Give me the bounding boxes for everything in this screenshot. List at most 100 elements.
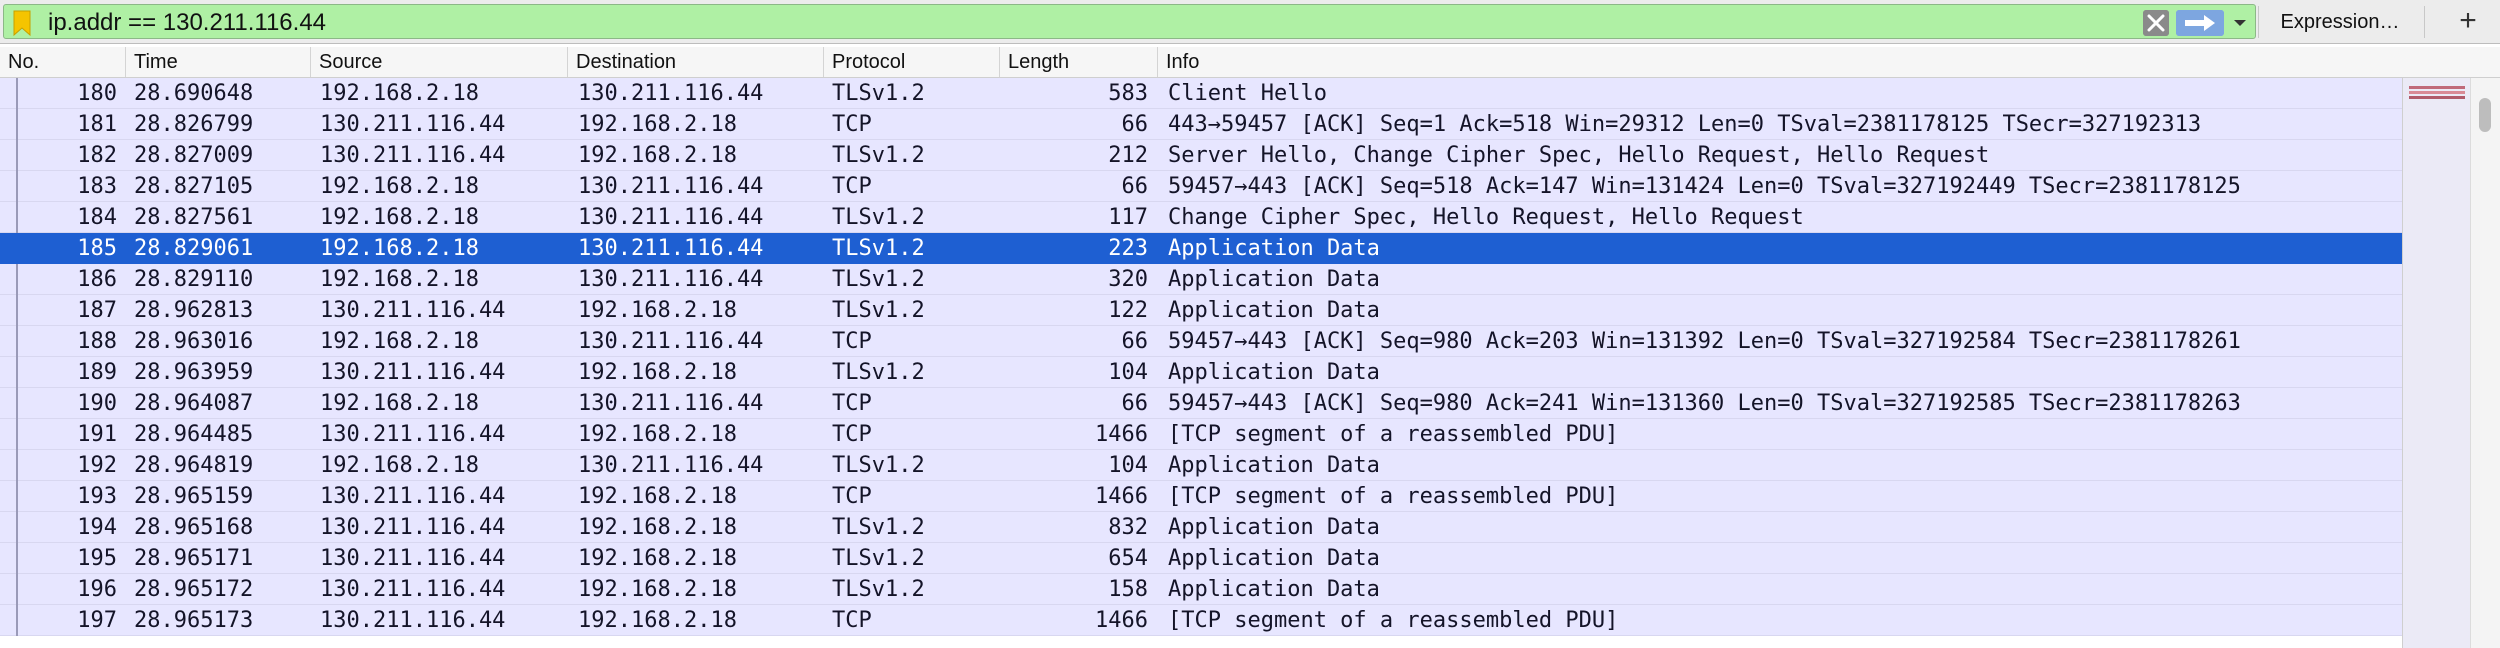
packet-protocol-cell: TCP (832, 112, 872, 137)
display-filter-text[interactable]: ip.addr == 130.211.116.44 (48, 8, 326, 38)
packet-no-cell: 185 (77, 236, 117, 261)
packet-info-cell: Application Data (1168, 360, 1380, 385)
packet-length-cell: 1466 (1095, 608, 1148, 633)
column-header-time[interactable]: Time (126, 47, 311, 77)
column-header-no[interactable]: No. (0, 47, 126, 77)
chevron-down-icon[interactable] (2228, 10, 2252, 36)
packet-destination-cell: 130.211.116.44 (578, 81, 764, 106)
packet-row[interactable]: 196 28.965172 130.211.116.44 192.168.2.18 TL… (0, 574, 2402, 605)
packet-info-cell: Application Data (1168, 298, 1380, 323)
toolbar-divider (2258, 6, 2259, 38)
packet-info-cell: Application Data (1168, 453, 1380, 478)
packet-info-cell: Application Data (1168, 267, 1380, 292)
packet-row[interactable]: 181 28.826799 130.211.116.44 192.168.2.18 TC… (0, 109, 2402, 140)
packet-destination-cell: 130.211.116.44 (578, 267, 764, 292)
column-header-length[interactable]: Length (1000, 47, 1158, 77)
packet-row[interactable]: 191 28.964485 130.211.116.44 192.168.2.18 TC… (0, 419, 2402, 450)
packet-row[interactable]: 197 28.965173 130.211.116.44 192.168.2.18 TC… (0, 605, 2402, 636)
packet-info-cell: [TCP segment of a reassembled PDU] (1168, 608, 1619, 633)
packet-length-cell: 223 (1108, 236, 1148, 261)
packet-list[interactable]: 180 28.690648 192.168.2.18 130.211.116.44 TL… (0, 78, 2402, 648)
packet-row[interactable]: 182 28.827009 130.211.116.44 192.168.2.18 TL… (0, 140, 2402, 171)
packet-protocol-cell: TLSv1.2 (832, 81, 925, 106)
packet-no-cell: 181 (77, 112, 117, 137)
column-header-destination[interactable]: Destination (568, 47, 824, 77)
packet-time-cell: 28.963016 (134, 329, 254, 354)
packet-length-cell: 104 (1108, 360, 1148, 385)
packet-row[interactable]: 189 28.963959 130.211.116.44 192.168.2.18 TL… (0, 357, 2402, 388)
packet-row[interactable]: 193 28.965159 130.211.116.44 192.168.2.18 TC… (0, 481, 2402, 512)
packet-protocol-cell: TLSv1.2 (832, 515, 925, 540)
packet-time-cell: 28.965159 (134, 484, 254, 509)
packet-destination-cell: 130.211.116.44 (578, 236, 764, 261)
packet-row[interactable]: 195 28.965171 130.211.116.44 192.168.2.18 TL… (0, 543, 2402, 574)
packet-length-cell: 66 (1121, 112, 1149, 137)
packet-time-cell: 28.965173 (134, 608, 254, 633)
packet-protocol-cell: TCP (832, 174, 872, 199)
packet-row[interactable]: 194 28.965168 130.211.116.44 192.168.2.18 TL… (0, 512, 2402, 543)
packet-row[interactable]: 184 28.827561 192.168.2.18 130.211.116.44 TL… (0, 202, 2402, 233)
packet-info-cell: Server Hello, Change Cipher Spec, Hello … (1168, 143, 1990, 168)
packet-protocol-cell: TLSv1.2 (832, 143, 925, 168)
packet-protocol-cell: TLSv1.2 (832, 360, 925, 385)
packet-row[interactable]: 190 28.964087 192.168.2.18 130.211.116.44 TC… (0, 388, 2402, 419)
packet-destination-cell: 192.168.2.18 (578, 546, 737, 571)
packet-row[interactable]: 188 28.963016 192.168.2.18 130.211.116.44 TC… (0, 326, 2402, 357)
packet-length-cell: 117 (1108, 205, 1148, 230)
packet-source-cell: 192.168.2.18 (320, 236, 479, 261)
packet-row[interactable]: 183 28.827105 192.168.2.18 130.211.116.44 TC… (0, 171, 2402, 202)
packet-protocol-cell: TCP (832, 391, 872, 416)
packet-info-cell: [TCP segment of a reassembled PDU] (1168, 422, 1619, 447)
packet-protocol-cell: TLSv1.2 (832, 205, 925, 230)
packet-no-cell: 195 (77, 546, 117, 571)
packet-source-cell: 130.211.116.44 (320, 608, 506, 633)
vertical-scrollbar[interactable] (2470, 78, 2500, 648)
packet-no-cell: 189 (77, 360, 117, 385)
packet-protocol-cell: TLSv1.2 (832, 577, 925, 602)
packet-destination-cell: 192.168.2.18 (578, 577, 737, 602)
packet-list-header: No. Time Source Destination Protocol Len… (0, 47, 2500, 78)
packet-source-cell: 130.211.116.44 (320, 112, 506, 137)
packet-no-cell: 194 (77, 515, 117, 540)
packet-info-cell: 59457→443 [ACK] Seq=980 Ack=203 Win=1313… (1168, 329, 2241, 354)
clear-filter-icon[interactable] (2143, 10, 2169, 36)
packet-source-cell: 192.168.2.18 (320, 81, 479, 106)
packet-length-cell: 66 (1121, 329, 1149, 354)
packet-length-cell: 1466 (1095, 422, 1148, 447)
column-header-protocol[interactable]: Protocol (824, 47, 1000, 77)
packet-row[interactable]: 186 28.829110 192.168.2.18 130.211.116.44 TL… (0, 264, 2402, 295)
column-header-info[interactable]: Info (1158, 47, 2500, 77)
packet-length-cell: 158 (1108, 577, 1148, 602)
packet-no-cell: 190 (77, 391, 117, 416)
column-header-source[interactable]: Source (311, 47, 568, 77)
packet-destination-cell: 192.168.2.18 (578, 422, 737, 447)
display-filter-input[interactable]: ip.addr == 130.211.116.44 (3, 4, 2256, 39)
packet-row[interactable]: 192 28.964819 192.168.2.18 130.211.116.44 TL… (0, 450, 2402, 481)
packet-source-cell: 130.211.116.44 (320, 577, 506, 602)
packet-time-cell: 28.962813 (134, 298, 254, 323)
packet-time-cell: 28.963959 (134, 360, 254, 385)
packet-length-cell: 320 (1108, 267, 1148, 292)
packet-row[interactable]: 180 28.690648 192.168.2.18 130.211.116.44 TL… (0, 78, 2402, 109)
packet-time-cell: 28.964819 (134, 453, 254, 478)
packet-row[interactable]: 187 28.962813 130.211.116.44 192.168.2.18 TL… (0, 295, 2402, 326)
packet-minimap[interactable] (2402, 78, 2470, 648)
apply-arrow-icon[interactable] (2176, 10, 2224, 36)
packet-info-cell: 59457→443 [ACK] Seq=518 Ack=147 Win=1314… (1168, 174, 2241, 199)
scrollbar-thumb[interactable] (2479, 98, 2491, 132)
packet-time-cell: 28.965168 (134, 515, 254, 540)
packet-source-cell: 130.211.116.44 (320, 422, 506, 447)
packet-no-cell: 187 (77, 298, 117, 323)
packet-destination-cell: 192.168.2.18 (578, 298, 737, 323)
packet-time-cell: 28.826799 (134, 112, 254, 137)
packet-no-cell: 180 (77, 81, 117, 106)
add-filter-button[interactable]: + (2436, 0, 2500, 44)
packet-time-cell: 28.827561 (134, 205, 254, 230)
bookmark-icon[interactable] (12, 10, 32, 36)
packet-source-cell: 192.168.2.18 (320, 391, 479, 416)
packet-time-cell: 28.965172 (134, 577, 254, 602)
packet-destination-cell: 192.168.2.18 (578, 484, 737, 509)
packet-row[interactable]: 185 28.829061 192.168.2.18 130.211.116.44 TL… (0, 233, 2402, 264)
packet-info-cell: Client Hello (1168, 81, 1327, 106)
expression-button[interactable]: Expression… (2262, 0, 2418, 44)
